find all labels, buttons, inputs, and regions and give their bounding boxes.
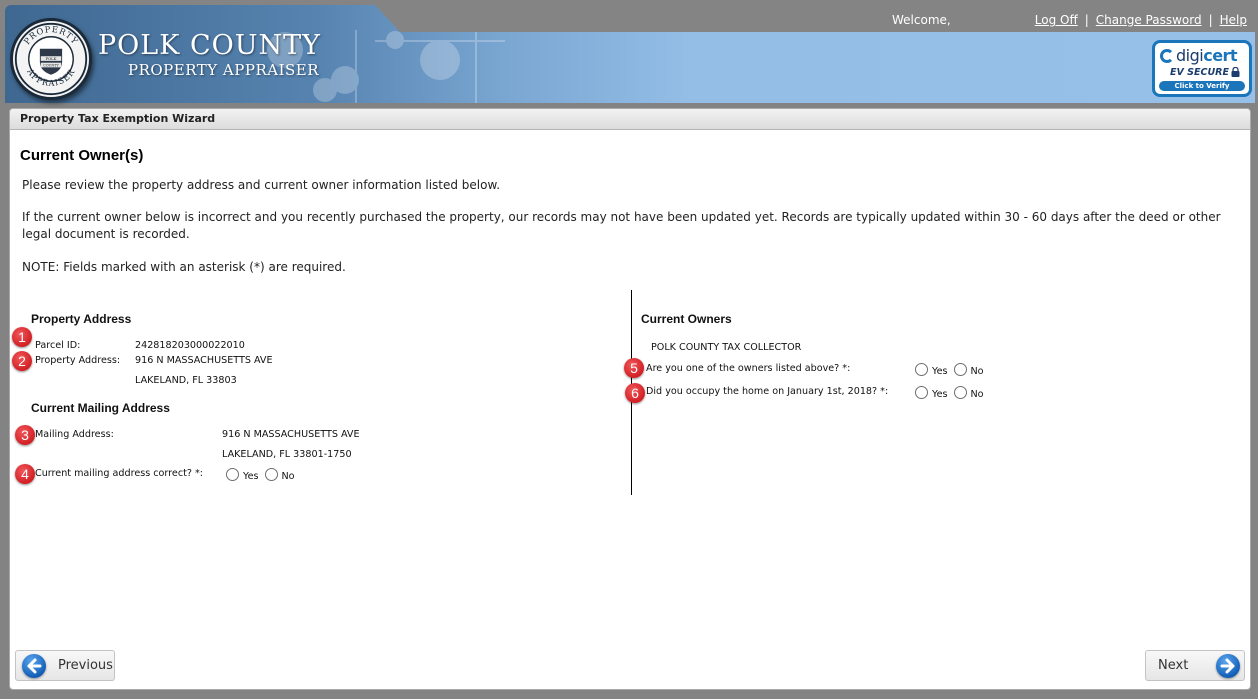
owner-no-radio[interactable] xyxy=(953,363,967,376)
mailing-address-label: Mailing Address: xyxy=(35,429,114,440)
property-address-heading: Property Address xyxy=(31,312,132,326)
svg-text:COUNTY: COUNTY xyxy=(43,63,59,67)
separator: | xyxy=(1084,13,1089,27)
occupy-no-radio[interactable] xyxy=(953,386,967,399)
mailing-correct-yes-radio[interactable] xyxy=(226,468,239,481)
digicert-logo: digicert xyxy=(1160,46,1238,65)
property-address-label: Property Address: xyxy=(35,355,121,366)
annotation-badge-6: 6 xyxy=(625,383,645,403)
parcel-id-label: Parcel ID: xyxy=(35,340,81,351)
mailing-correct-radio-group: Yes No xyxy=(226,467,301,482)
occupy-radio-group: Yes No xyxy=(915,385,990,400)
arrow-right-icon xyxy=(1216,653,1241,678)
annotation-badge-4: 4 xyxy=(15,464,35,484)
arrow-left-icon xyxy=(22,653,46,678)
annotation-badge-3: 3 xyxy=(15,425,35,445)
yes-label[interactable]: Yes xyxy=(243,471,259,482)
owner-question: Are you one of the owners listed above? … xyxy=(646,363,851,374)
no-label[interactable]: No xyxy=(282,471,295,482)
yes-label[interactable]: Yes xyxy=(932,389,948,400)
click-to-verify-label: Click to Verify xyxy=(1159,81,1245,91)
no-label[interactable]: No xyxy=(971,366,984,377)
previous-label: Previous xyxy=(58,658,113,673)
parcel-id-value: 242818203000022010 xyxy=(135,340,245,351)
property-address-line2: LAKELAND, FL 33803 xyxy=(135,375,237,386)
owner-yes-radio[interactable] xyxy=(915,363,928,376)
intro-text: Please review the property address and c… xyxy=(22,178,501,192)
annotation-badge-5: 5 xyxy=(624,358,644,378)
owner-name: POLK COUNTY TAX COLLECTOR xyxy=(651,342,802,353)
help-link[interactable]: Help xyxy=(1220,13,1247,27)
mailing-correct-question: Current mailing address correct? *: xyxy=(35,468,204,479)
separator: | xyxy=(1208,13,1213,27)
digicert-ring-icon xyxy=(1160,49,1174,63)
welcome-text: Welcome, xyxy=(892,13,951,27)
digicert-seal-badge[interactable]: digicert EV SECURE Click to Verify xyxy=(1152,40,1252,97)
occupy-question: Did you occupy the home on January 1st, … xyxy=(646,386,889,397)
mailing-address-line2: LAKELAND, FL 33801-1750 xyxy=(222,449,352,460)
mailing-address-line1: 916 N MASSACHUSETTS AVE xyxy=(222,429,360,440)
svg-text:POLK: POLK xyxy=(46,57,57,61)
site-header: POLK COUNTY PROPERTY APPRAISER POLK COUN… xyxy=(0,0,1258,103)
mailing-address-heading: Current Mailing Address xyxy=(31,401,170,415)
change-password-link[interactable]: Change Password xyxy=(1096,13,1202,27)
property-address-line1: 916 N MASSACHUSETTS AVE xyxy=(135,355,273,366)
yes-label[interactable]: Yes xyxy=(932,366,948,377)
ev-secure-label: EV SECURE xyxy=(1170,67,1229,78)
annotation-badge-1: 1 xyxy=(12,327,32,347)
no-label[interactable]: No xyxy=(971,389,984,400)
mailing-correct-no-radio[interactable] xyxy=(264,468,278,481)
wizard-title: Property Tax Exemption Wizard xyxy=(10,109,1250,130)
wizard-panel: Property Tax Exemption Wizard Current Ow… xyxy=(9,108,1251,690)
county-seal-logo[interactable]: POLK COUNTY PROPERTY APPRAISER xyxy=(10,18,92,100)
page-title: Current Owner(s) xyxy=(20,147,144,164)
account-links: Log Off | Change Password | Help xyxy=(1035,13,1247,27)
current-owners-heading: Current Owners xyxy=(641,312,732,326)
next-label: Next xyxy=(1158,658,1189,673)
occupy-yes-radio[interactable] xyxy=(915,386,928,399)
owner-radio-group: Yes No xyxy=(915,362,990,377)
next-button[interactable]: Next xyxy=(1145,650,1245,681)
records-notice: If the current owner below is incorrect … xyxy=(22,210,1221,241)
lock-icon xyxy=(1231,67,1240,77)
annotation-badge-2: 2 xyxy=(12,351,32,371)
previous-button[interactable]: Previous xyxy=(15,650,115,681)
site-title: POLK COUNTY xyxy=(98,30,321,61)
required-note: NOTE: Fields marked with an asterisk (*)… xyxy=(22,260,346,274)
log-off-link[interactable]: Log Off xyxy=(1035,13,1078,27)
site-subtitle: PROPERTY APPRAISER xyxy=(128,61,320,79)
